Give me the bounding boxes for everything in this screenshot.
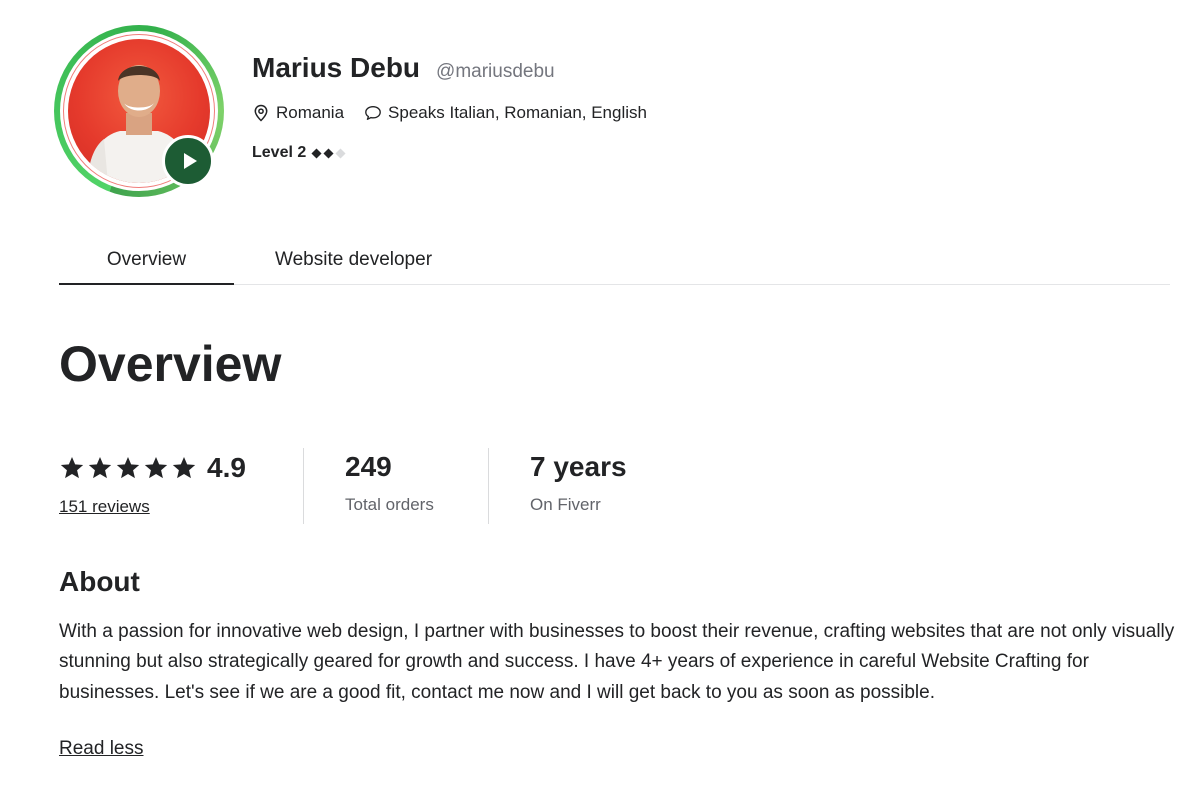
seller-name: Marius Debu bbox=[252, 52, 421, 83]
star-icon bbox=[172, 456, 196, 479]
level-indicator bbox=[311, 147, 346, 159]
about-description: With a passion for innovative web design… bbox=[59, 621, 1175, 703]
star-icon bbox=[116, 456, 140, 479]
seller-level: Level 2 bbox=[252, 144, 346, 162]
profile-header: Marius Debu @mariusdebu bbox=[252, 52, 555, 84]
diamond-icon bbox=[335, 147, 346, 159]
stat-years-on-fiverr: 7 years On Fiverr bbox=[530, 446, 627, 515]
level-label: Level 2 bbox=[252, 144, 307, 161]
star-icon bbox=[60, 456, 84, 479]
overview-heading: Overview bbox=[59, 336, 282, 392]
stats-divider bbox=[488, 448, 489, 524]
stat-label: Total orders bbox=[345, 495, 434, 514]
location-pin-icon bbox=[254, 104, 268, 122]
seller-username: @mariusdebu bbox=[436, 61, 555, 82]
read-less-link[interactable]: Read less bbox=[59, 738, 144, 760]
star-icon bbox=[144, 456, 168, 479]
tab-website-developer[interactable]: Website developer bbox=[275, 236, 432, 284]
star-icon bbox=[88, 456, 112, 479]
play-icon bbox=[183, 153, 197, 169]
play-video-button[interactable] bbox=[162, 135, 214, 187]
rating-summary: 4.9 151 reviews bbox=[59, 446, 303, 517]
reviews-link[interactable]: 151 reviews bbox=[59, 497, 150, 517]
languages-text: Speaks Italian, Romanian, English bbox=[388, 103, 647, 122]
rating-value: 4.9 bbox=[207, 452, 246, 483]
seller-location: Romania bbox=[252, 103, 344, 123]
tab-overview[interactable]: Overview bbox=[59, 236, 234, 285]
seller-avatar[interactable] bbox=[54, 25, 224, 197]
stat-value: 249 bbox=[345, 451, 392, 482]
seller-languages: Speaks Italian, Romanian, English bbox=[364, 103, 647, 123]
stat-value: 7 years bbox=[530, 451, 627, 482]
diamond-icon bbox=[323, 147, 334, 159]
location-text: Romania bbox=[276, 103, 345, 122]
diamond-icon bbox=[311, 147, 322, 159]
stat-total-orders: 249 Total orders bbox=[345, 446, 434, 515]
profile-tabs: Overview Website developer bbox=[59, 236, 1170, 285]
stat-label: On Fiverr bbox=[530, 495, 601, 514]
seller-stats: 4.9 151 reviews 249 Total orders 7 years… bbox=[59, 446, 759, 524]
seller-meta: Romania Speaks Italian, Romanian, Englis… bbox=[252, 103, 647, 123]
rating-stars bbox=[59, 455, 197, 481]
speech-bubble-icon bbox=[365, 106, 381, 120]
stats-divider bbox=[303, 448, 304, 524]
about-heading: About bbox=[59, 566, 140, 597]
